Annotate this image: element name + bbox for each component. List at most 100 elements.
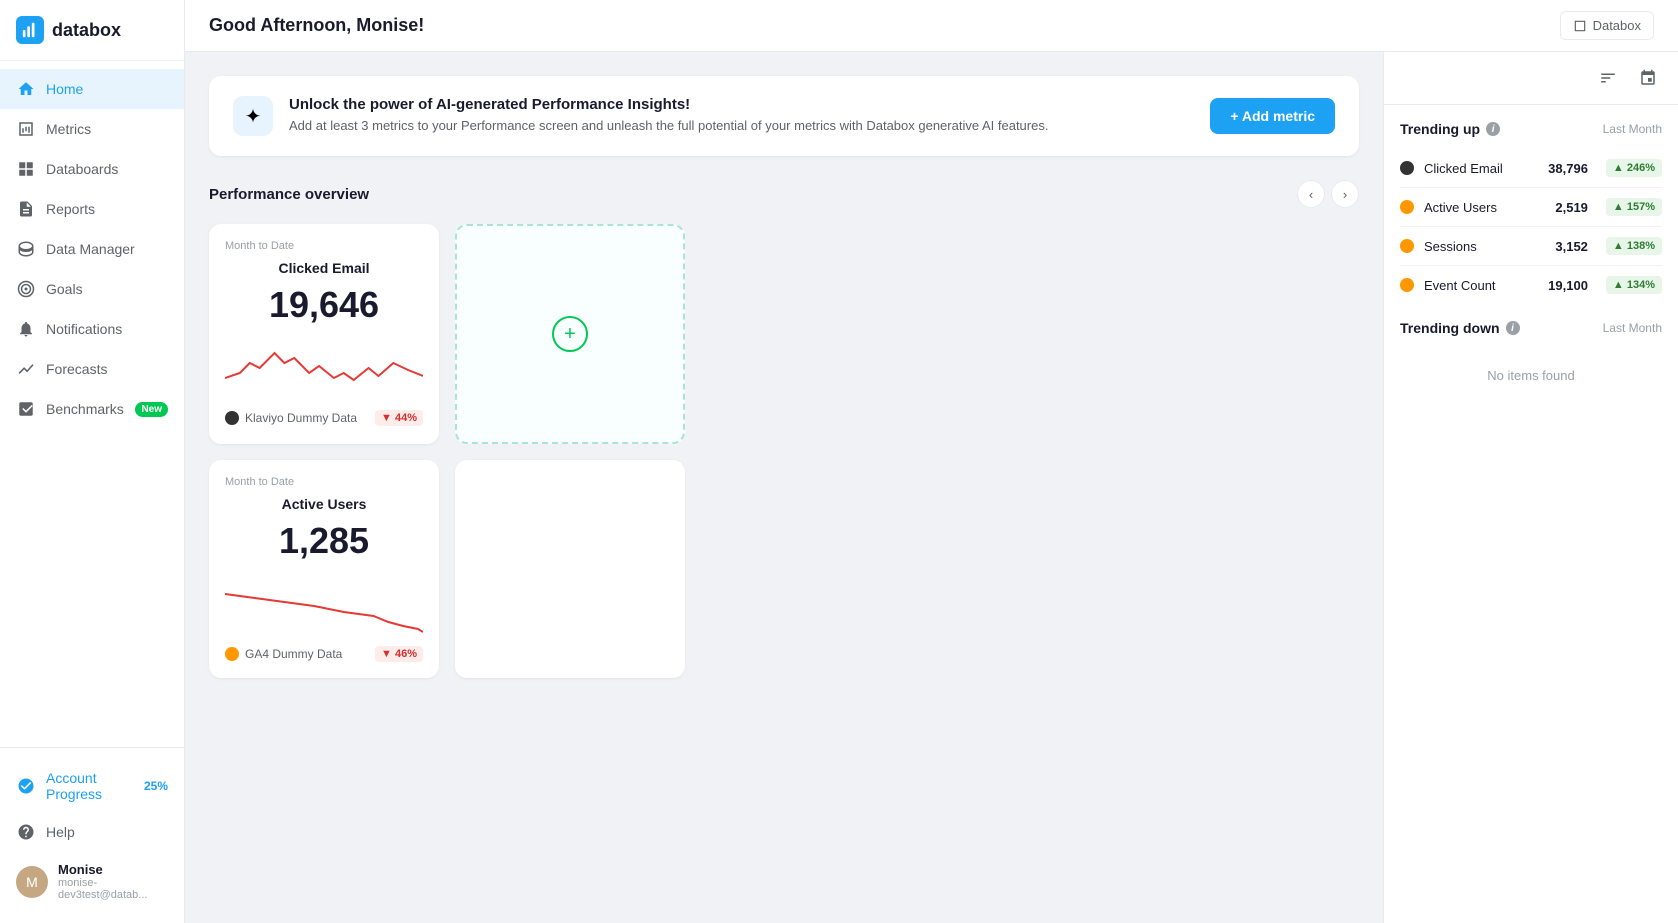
- sidebar-item-notifications[interactable]: Notifications: [0, 309, 184, 349]
- card-source-clicked-email: Klaviyo Dummy Data: [225, 411, 357, 425]
- trend-name-active-users: Active Users: [1424, 200, 1545, 215]
- sidebar-item-databoards-label: Databoards: [46, 161, 118, 177]
- sidebar-item-goals-label: Goals: [46, 281, 83, 297]
- sidebar-item-home-label: Home: [46, 81, 83, 97]
- ai-banner: ✦ Unlock the power of AI-generated Perfo…: [209, 76, 1359, 156]
- trend-name-sessions: Sessions: [1424, 239, 1545, 254]
- user-name: Monise: [58, 862, 168, 877]
- trending-down-period: Last Month: [1603, 321, 1662, 335]
- card-period-active-users: Month to Date: [225, 476, 423, 488]
- account-progress-item[interactable]: Account Progress 25%: [0, 760, 184, 812]
- pin-icon-button[interactable]: [1634, 64, 1662, 92]
- sidebar-item-databoards[interactable]: Databoards: [0, 149, 184, 189]
- ai-description: Add at least 3 metrics to your Performan…: [289, 117, 1194, 135]
- trending-up-section: Trending up i Last Month Clicked Email 3…: [1384, 105, 1678, 320]
- databox-button[interactable]: Databox: [1560, 11, 1654, 40]
- trend-value-clicked-email: 38,796: [1548, 161, 1588, 176]
- sidebar-nav: Home Metrics Databoards Reports: [0, 61, 184, 747]
- databox-btn-label: Databox: [1593, 18, 1641, 33]
- card-chart-clicked-email: [225, 338, 423, 398]
- sidebar-item-metrics[interactable]: Metrics: [0, 109, 184, 149]
- empty-card-placeholder: [455, 460, 685, 678]
- sidebar-item-benchmarks-label: Benchmarks: [46, 401, 124, 417]
- sidebar-item-data-manager[interactable]: Data Manager: [0, 229, 184, 269]
- sidebar: databox Home Metrics Databoards: [0, 0, 185, 923]
- notifications-icon: [16, 319, 36, 339]
- avatar: M: [16, 866, 48, 898]
- trend-value-event-count: 19,100: [1548, 278, 1588, 293]
- logo-text: databox: [52, 20, 121, 41]
- trend-change-clicked-email: ▲ 246%: [1606, 159, 1662, 177]
- forecasts-icon: [16, 359, 36, 379]
- trend-change-sessions: ▲ 138%: [1606, 237, 1662, 255]
- trending-up-info-icon[interactable]: i: [1486, 122, 1500, 136]
- sidebar-item-reports[interactable]: Reports: [0, 189, 184, 229]
- right-panel: Trending up i Last Month Clicked Email 3…: [1383, 52, 1678, 923]
- account-progress-label: Account Progress: [46, 770, 134, 802]
- content-area: ✦ Unlock the power of AI-generated Perfo…: [185, 52, 1678, 923]
- trending-down-section: Trending down i Last Month No items foun…: [1384, 320, 1678, 419]
- logo-container: databox: [0, 0, 184, 61]
- card-value-clicked-email: 19,646: [225, 284, 423, 326]
- user-profile[interactable]: M Monise monise-dev3test@datab...: [0, 852, 184, 911]
- sidebar-item-reports-label: Reports: [46, 201, 95, 217]
- topbar-right: Databox: [1560, 11, 1654, 40]
- card-title-active-users: Active Users: [225, 496, 423, 512]
- trending-down-title: Trending down i: [1400, 320, 1520, 336]
- databox-btn-icon: [1573, 19, 1587, 33]
- trend-dot-sessions: [1400, 239, 1414, 253]
- change-badge-active-users: ▼ 46%: [375, 646, 423, 662]
- card-title-clicked-email: Clicked Email: [225, 260, 423, 276]
- trending-item-clicked-email: Clicked Email 38,796 ▲ 246%: [1400, 149, 1662, 188]
- sidebar-item-metrics-label: Metrics: [46, 121, 91, 137]
- trend-value-sessions: 3,152: [1555, 239, 1588, 254]
- ai-icon: ✦: [233, 96, 273, 136]
- sidebar-item-goals[interactable]: Goals: [0, 269, 184, 309]
- trend-dot-active-users: [1400, 200, 1414, 214]
- sidebar-item-forecasts[interactable]: Forecasts: [0, 349, 184, 389]
- sidebar-item-home[interactable]: Home: [0, 69, 184, 109]
- trend-dot-event-count: [1400, 278, 1414, 292]
- trend-name-event-count: Event Count: [1424, 278, 1538, 293]
- trend-name-clicked-email: Clicked Email: [1424, 161, 1538, 176]
- sidebar-item-help-label: Help: [46, 824, 75, 840]
- data-manager-icon: [16, 239, 36, 259]
- databoards-icon: [16, 159, 36, 179]
- logo-icon: [16, 16, 44, 44]
- goals-icon: [16, 279, 36, 299]
- card-period-clicked-email: Month to Date: [225, 240, 423, 252]
- sidebar-item-benchmarks[interactable]: Benchmarks New: [0, 389, 184, 429]
- sort-icon-button[interactable]: [1594, 64, 1622, 92]
- trend-change-active-users: ▲ 157%: [1606, 198, 1662, 216]
- topbar: Good Afternoon, Monise! Databox: [185, 0, 1678, 52]
- trend-dot-clicked-email: [1400, 161, 1414, 175]
- trending-up-header: Trending up i Last Month: [1400, 121, 1662, 137]
- section-title: Performance overview: [209, 186, 369, 203]
- metric-card-active-users: Month to Date Active Users 1,285 GA4 Dum…: [209, 460, 439, 678]
- source-label-active-users: GA4 Dummy Data: [245, 647, 342, 661]
- performance-section: Performance overview ‹ › Month to Date C…: [209, 180, 1359, 678]
- source-label-clicked-email: Klaviyo Dummy Data: [245, 411, 357, 425]
- sidebar-item-help[interactable]: Help: [0, 812, 184, 852]
- trending-down-info-icon[interactable]: i: [1506, 321, 1520, 335]
- ai-title: Unlock the power of AI-generated Perform…: [289, 96, 1194, 113]
- greeting: Good Afternoon, Monise!: [209, 15, 424, 36]
- right-panel-top: [1384, 52, 1678, 105]
- sidebar-bottom: Account Progress 25% Help M Monise monis…: [0, 747, 184, 923]
- account-progress-icon: [16, 776, 36, 796]
- add-metric-card[interactable]: +: [455, 224, 685, 444]
- ai-text-container: Unlock the power of AI-generated Perform…: [289, 96, 1194, 135]
- trending-down-header: Trending down i Last Month: [1400, 320, 1662, 336]
- change-value-clicked-email: ▼ 44%: [381, 412, 417, 424]
- next-arrow-button[interactable]: ›: [1331, 180, 1359, 208]
- change-value-active-users: ▼ 46%: [381, 648, 417, 660]
- add-card-plus-icon: +: [552, 316, 588, 352]
- prev-arrow-button[interactable]: ‹: [1297, 180, 1325, 208]
- nav-arrows: ‹ ›: [1297, 180, 1359, 208]
- user-email: monise-dev3test@datab...: [58, 877, 168, 901]
- trending-item-active-users: Active Users 2,519 ▲ 157%: [1400, 188, 1662, 227]
- trending-up-title: Trending up i: [1400, 121, 1500, 137]
- add-metric-button[interactable]: + Add metric: [1210, 98, 1335, 134]
- card-value-active-users: 1,285: [225, 520, 423, 562]
- metric-card-clicked-email: Month to Date Clicked Email 19,646 Klavi…: [209, 224, 439, 444]
